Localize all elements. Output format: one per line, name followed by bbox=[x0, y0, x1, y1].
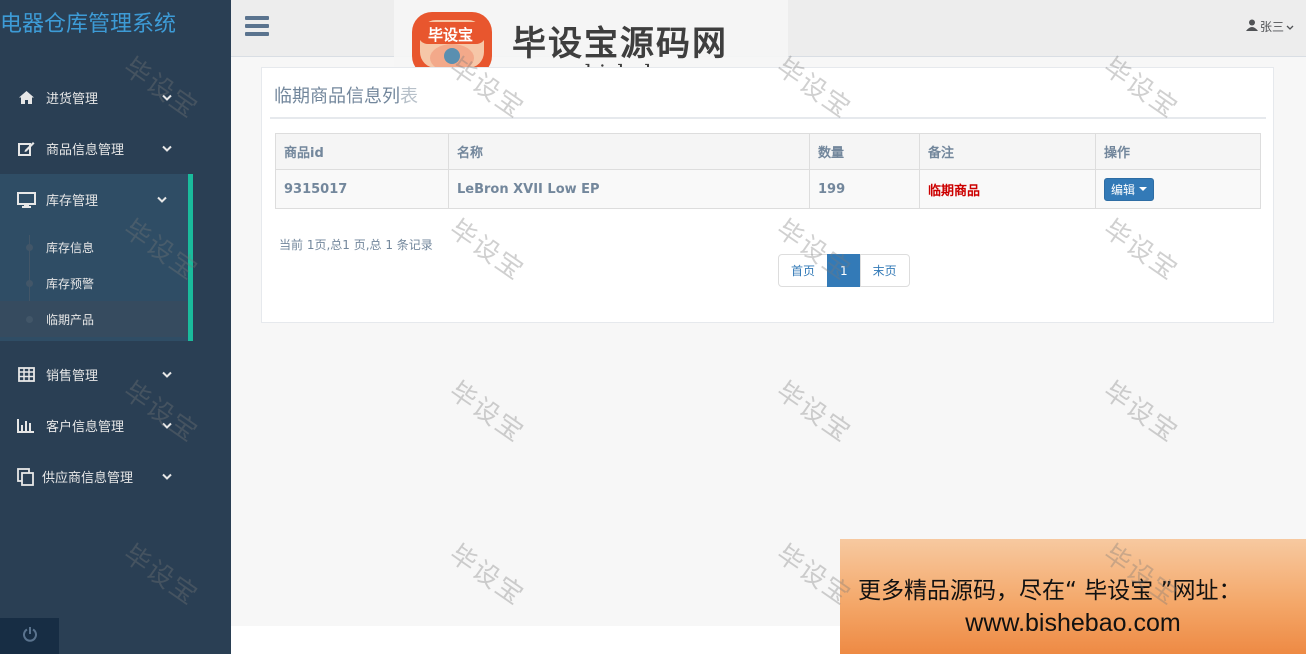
sidebar-item-product-info[interactable]: 商品信息管理 bbox=[0, 123, 231, 174]
column-header-remark: 备注 bbox=[919, 133, 1096, 170]
cell-id: 9315017 bbox=[275, 169, 449, 209]
watermark-text: 毕设宝 bbox=[1097, 376, 1184, 449]
promo-url: www.bishebao.com bbox=[965, 609, 1181, 637]
chevron-down-icon bbox=[162, 90, 172, 105]
sidebar-item-customer-info[interactable]: 客户信息管理 bbox=[0, 400, 231, 451]
sidebar-item-sales[interactable]: 销售管理 bbox=[0, 349, 231, 400]
pagination: 首页 1 末页 bbox=[778, 254, 910, 287]
sidebar-item-inventory[interactable]: 库存管理 bbox=[0, 174, 193, 225]
promo-banner: 更多精品源码，尽在“ 毕设宝 ”网址： www.bishebao.com bbox=[840, 539, 1306, 654]
sidebar-item-label: 销售管理 bbox=[46, 369, 99, 384]
inventory-submenu: 库存信息 库存预警 临期产品 bbox=[0, 225, 193, 341]
column-header-action: 操作 bbox=[1095, 133, 1261, 170]
column-header-name: 名称 bbox=[448, 133, 810, 170]
last-page-link[interactable]: 末页 bbox=[859, 254, 910, 287]
current-page-link[interactable]: 1 bbox=[827, 254, 861, 287]
cell-action: 编辑 bbox=[1095, 169, 1261, 209]
panel-title: 临期商品信息列表 bbox=[274, 86, 418, 107]
sidebar-item-supplier-info[interactable]: 供应商信息管理 bbox=[0, 451, 231, 502]
expiring-products-table: 商品id 名称 数量 备注 操作 9315017 LeBron XVII Low… bbox=[275, 133, 1261, 209]
pagination-info: 当前 1页,总1 页,总 1 条记录 bbox=[279, 238, 433, 252]
table-row: 9315017 LeBron XVII Low EP 199 临期商品 编辑 bbox=[275, 169, 1261, 209]
column-header-qty: 数量 bbox=[809, 133, 920, 170]
chevron-down-icon bbox=[157, 192, 167, 207]
sidebar-subitem-expiring-products[interactable]: 临期产品 bbox=[0, 301, 188, 337]
sidebar-item-label: 商品信息管理 bbox=[46, 143, 125, 158]
user-icon bbox=[1245, 19, 1258, 34]
cell-remark: 临期商品 bbox=[919, 169, 1096, 209]
watermark-text: 毕设宝 bbox=[443, 376, 530, 449]
caret-down-icon bbox=[1139, 187, 1148, 191]
menu-toggle-icon[interactable] bbox=[245, 16, 269, 38]
sidebar-item-label: 客户信息管理 bbox=[46, 420, 125, 435]
first-page-link[interactable]: 首页 bbox=[778, 254, 829, 287]
chevron-down-icon bbox=[162, 469, 172, 484]
user-menu[interactable]: 张三 bbox=[1245, 18, 1294, 35]
bar-chart-icon bbox=[16, 417, 36, 435]
table-header-row: 商品id 名称 数量 备注 操作 bbox=[275, 133, 1261, 170]
sidebar-subitem-inventory-info[interactable]: 库存信息 bbox=[0, 229, 188, 265]
edit-icon bbox=[16, 140, 36, 158]
desktop-icon bbox=[16, 191, 36, 209]
cell-name: LeBron XVII Low EP bbox=[448, 169, 810, 209]
sidebar-subitem-inventory-warning[interactable]: 库存预警 bbox=[0, 265, 188, 301]
sidebar-item-label: 供应商信息管理 bbox=[42, 471, 134, 486]
watermark-logo-text: 毕设宝 bbox=[428, 26, 474, 44]
cell-qty: 199 bbox=[809, 169, 920, 209]
watermark-text: 毕设宝 bbox=[770, 376, 857, 449]
column-header-id: 商品id bbox=[275, 133, 449, 170]
divider bbox=[270, 117, 1266, 119]
chevron-down-icon bbox=[162, 418, 172, 433]
edit-dropdown-button[interactable]: 编辑 bbox=[1104, 177, 1155, 201]
sidebar-item-label: 库存管理 bbox=[46, 194, 99, 209]
sidebar-item-label: 进货管理 bbox=[46, 92, 99, 107]
copy-icon bbox=[16, 467, 36, 486]
table-icon bbox=[16, 366, 36, 384]
promo-text: 更多精品源码，尽在“ 毕设宝 ”网址： bbox=[858, 578, 1242, 604]
power-icon bbox=[22, 626, 38, 646]
chevron-down-icon bbox=[1286, 20, 1294, 34]
expiring-products-panel: 临期商品信息列表 商品id 名称 数量 备注 操作 9315017 LeBron… bbox=[261, 67, 1274, 323]
chevron-down-icon bbox=[162, 141, 172, 156]
chevron-down-icon bbox=[162, 367, 172, 382]
edit-button-label: 编辑 bbox=[1111, 182, 1136, 197]
home-icon bbox=[16, 89, 36, 107]
logout-button[interactable] bbox=[0, 618, 59, 654]
user-name: 张三 bbox=[1259, 20, 1284, 34]
watermark-text: 毕设宝 bbox=[443, 539, 530, 612]
app-title: 电器仓库管理系统 bbox=[0, 12, 177, 37]
sidebar-item-purchase[interactable]: 进货管理 bbox=[0, 72, 231, 123]
watermark-title: 毕设宝源码网 bbox=[512, 24, 728, 64]
sidebar-menu: 进货管理 商品信息管理 库存管理 库存信息 库存预警 临期产品 销售管理 客户信… bbox=[0, 72, 231, 502]
sidebar: 电器仓库管理系统 进货管理 商品信息管理 库存管理 库存信息 库存预警 临期产品… bbox=[0, 0, 231, 654]
